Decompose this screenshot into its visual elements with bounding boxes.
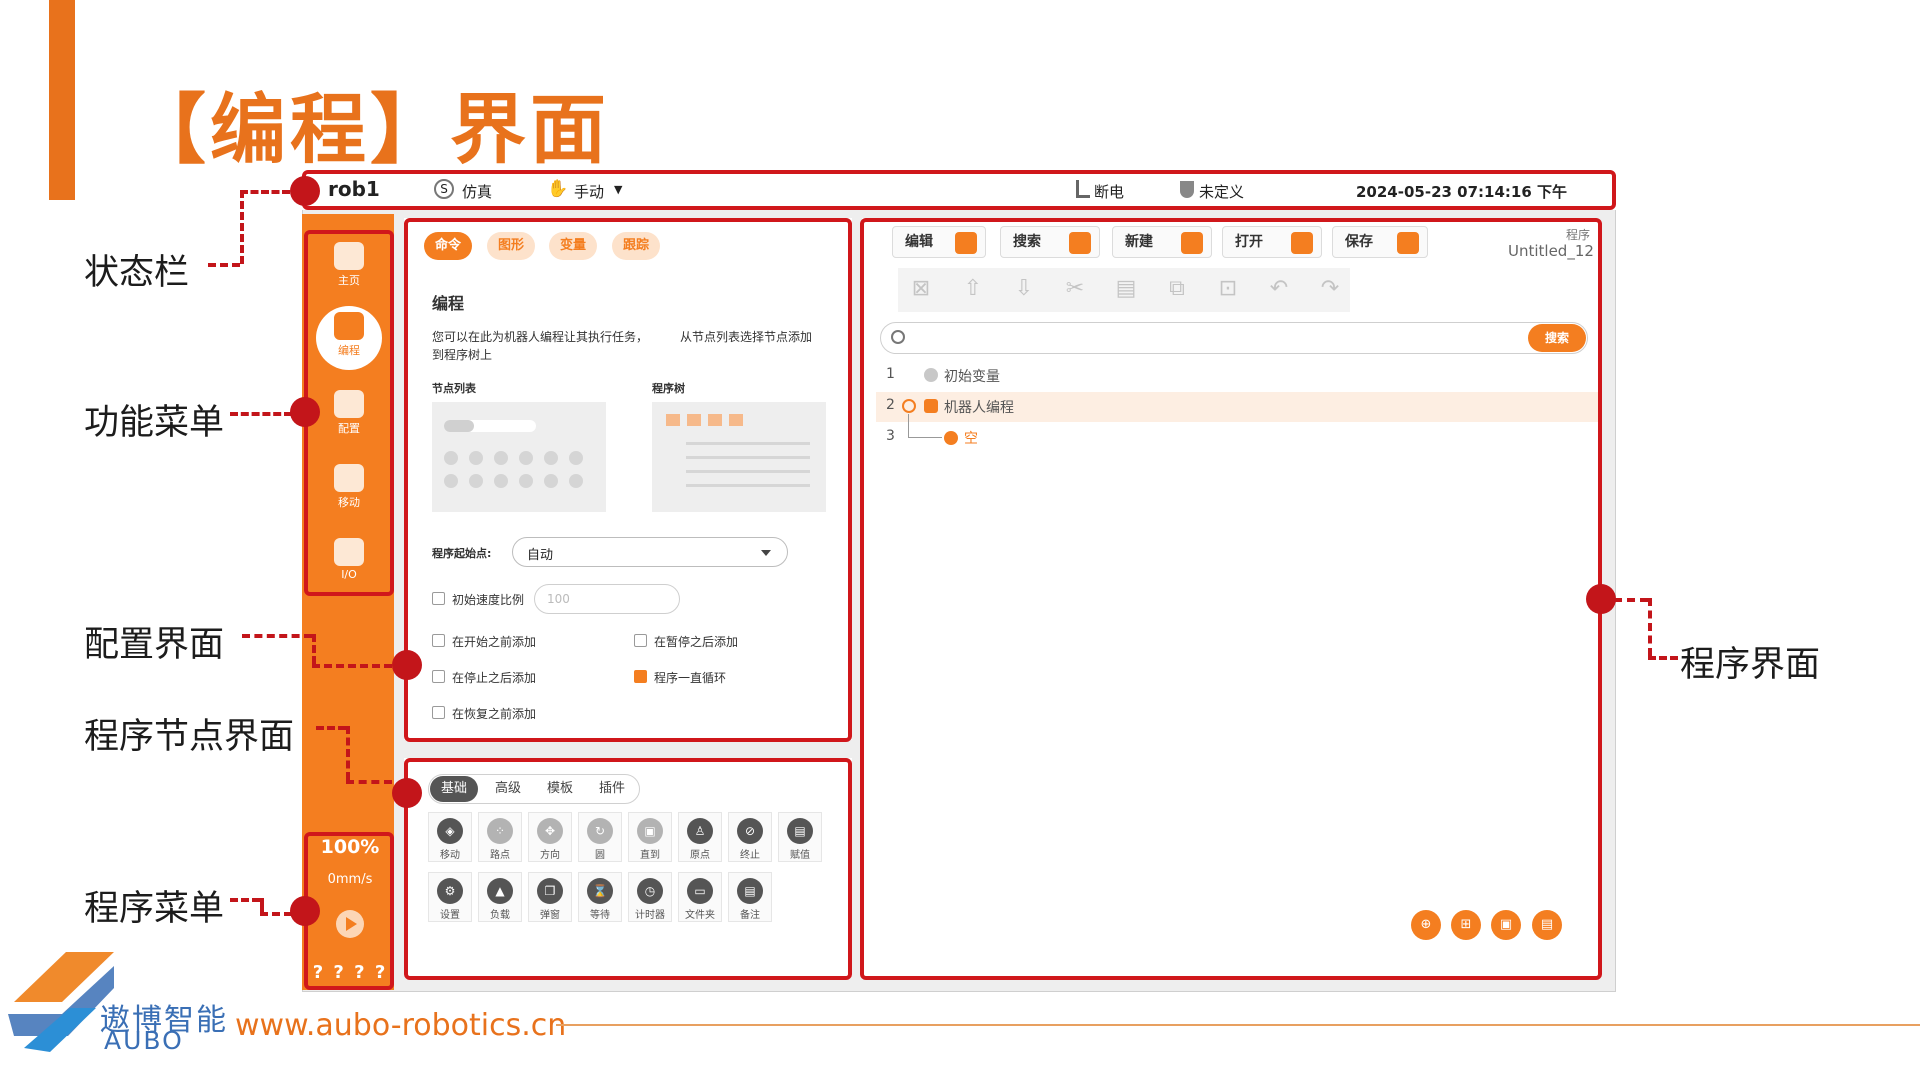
leader-line — [1648, 598, 1652, 656]
leader-line — [346, 780, 392, 784]
callout-dot — [290, 896, 320, 926]
highlight-status-bar — [302, 170, 1616, 210]
leader-line — [1648, 656, 1678, 660]
highlight-config-panel — [404, 218, 852, 742]
callout-dot — [290, 176, 320, 206]
leader-line — [240, 190, 244, 264]
callout-node-ui: 程序节点界面 — [84, 717, 295, 757]
leader-line — [312, 664, 392, 668]
highlight-node-panel — [404, 758, 852, 980]
leader-line — [230, 898, 260, 902]
callout-dot — [392, 778, 422, 808]
slide-title: 【编程】界面 — [130, 85, 610, 174]
footer-rule — [556, 1024, 1920, 1026]
accent-bar — [49, 0, 75, 200]
leader-line — [208, 263, 240, 267]
leader-line — [242, 634, 312, 638]
brand-name-en: AUBO — [104, 1026, 184, 1055]
callout-dot — [1586, 584, 1616, 614]
callout-program-ui: 程序界面 — [1680, 645, 1821, 685]
callout-status-bar: 状态栏 — [84, 253, 190, 293]
highlight-program-panel — [860, 218, 1602, 980]
callout-program-menu: 程序菜单 — [84, 889, 225, 929]
leader-line — [346, 726, 350, 780]
callout-config-ui: 配置界面 — [84, 625, 225, 665]
footer-url[interactable]: www.aubo-robotics.cn — [235, 1008, 566, 1043]
leader-line — [260, 898, 264, 912]
callout-dot — [290, 397, 320, 427]
callout-dot — [392, 650, 422, 680]
leader-line — [316, 726, 346, 730]
leader-line — [312, 634, 316, 664]
leader-line — [1614, 598, 1648, 602]
leader-line — [240, 190, 290, 194]
callout-function-menu: 功能菜单 — [84, 403, 225, 443]
leader-line — [230, 412, 292, 416]
leader-line — [260, 912, 292, 916]
